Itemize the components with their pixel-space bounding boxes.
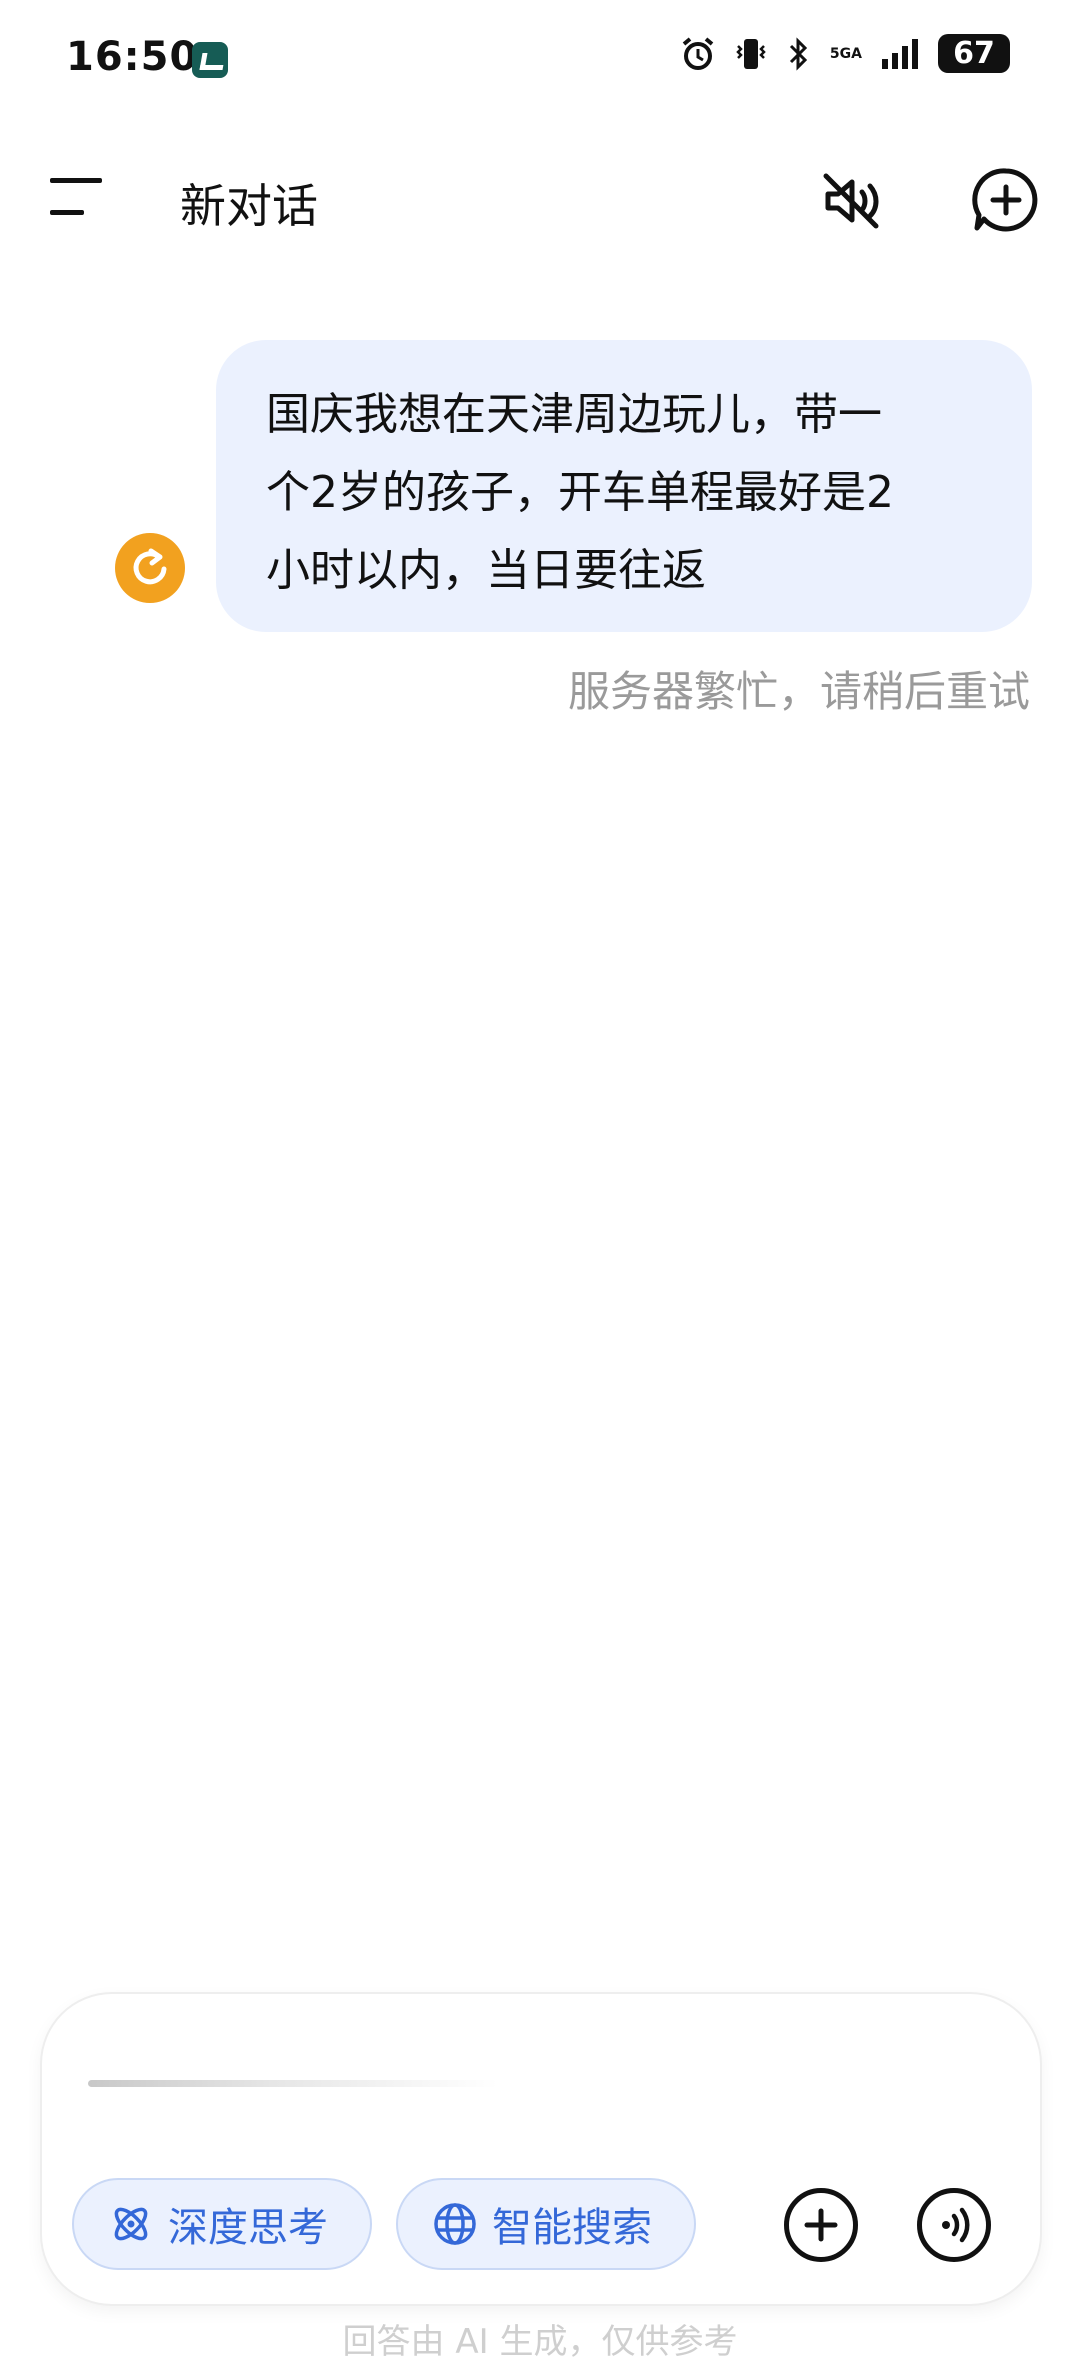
globe-icon	[434, 2203, 476, 2245]
message-input[interactable]	[88, 2080, 498, 2087]
smart-search-label: 智能搜索	[492, 2205, 652, 2251]
vibrate-icon	[736, 38, 766, 69]
error-message: 服务器繁忙，请稍后重试	[567, 667, 1030, 716]
app-notification-icon	[192, 42, 228, 78]
new-chat-icon[interactable]	[972, 166, 1040, 234]
mute-icon[interactable]	[818, 168, 884, 234]
alarm-icon	[682, 36, 714, 70]
user-message-line: 小时以内，当日要往返	[266, 545, 706, 596]
page-title: 新对话	[180, 179, 318, 233]
smart-search-button[interactable]: 智能搜索	[396, 2178, 696, 2270]
disclaimer-text: 回答由 AI 生成，仅供参考	[342, 2322, 738, 2362]
deep-think-label: 深度思考	[168, 2205, 328, 2251]
battery-indicator: 67	[938, 34, 1010, 73]
plus-icon	[804, 2208, 838, 2242]
voice-icon	[942, 2207, 970, 2243]
user-message-bubble: 国庆我想在天津周边玩儿，带一 个2岁的孩子，开车单程最好是2 小时以内，当日要往…	[216, 340, 1032, 632]
atom-icon	[114, 2207, 148, 2241]
retry-arrow-icon	[133, 548, 167, 585]
deep-think-button[interactable]: 深度思考	[72, 2178, 372, 2270]
network-type: 5GA	[829, 45, 862, 62]
bluetooth-icon	[789, 36, 808, 71]
signal-icon	[882, 38, 918, 69]
retry-icon[interactable]	[115, 533, 185, 603]
menu-icon[interactable]	[50, 176, 106, 216]
status-time: 16:50	[66, 34, 199, 80]
status-icons: 5GA 67	[680, 34, 1010, 73]
user-message-line: 个2岁的孩子，开车单程最好是2	[266, 467, 894, 518]
attach-button[interactable]	[784, 2188, 858, 2262]
user-message-line: 国庆我想在天津周边玩儿，带一	[266, 389, 882, 440]
voice-button[interactable]	[917, 2188, 991, 2262]
